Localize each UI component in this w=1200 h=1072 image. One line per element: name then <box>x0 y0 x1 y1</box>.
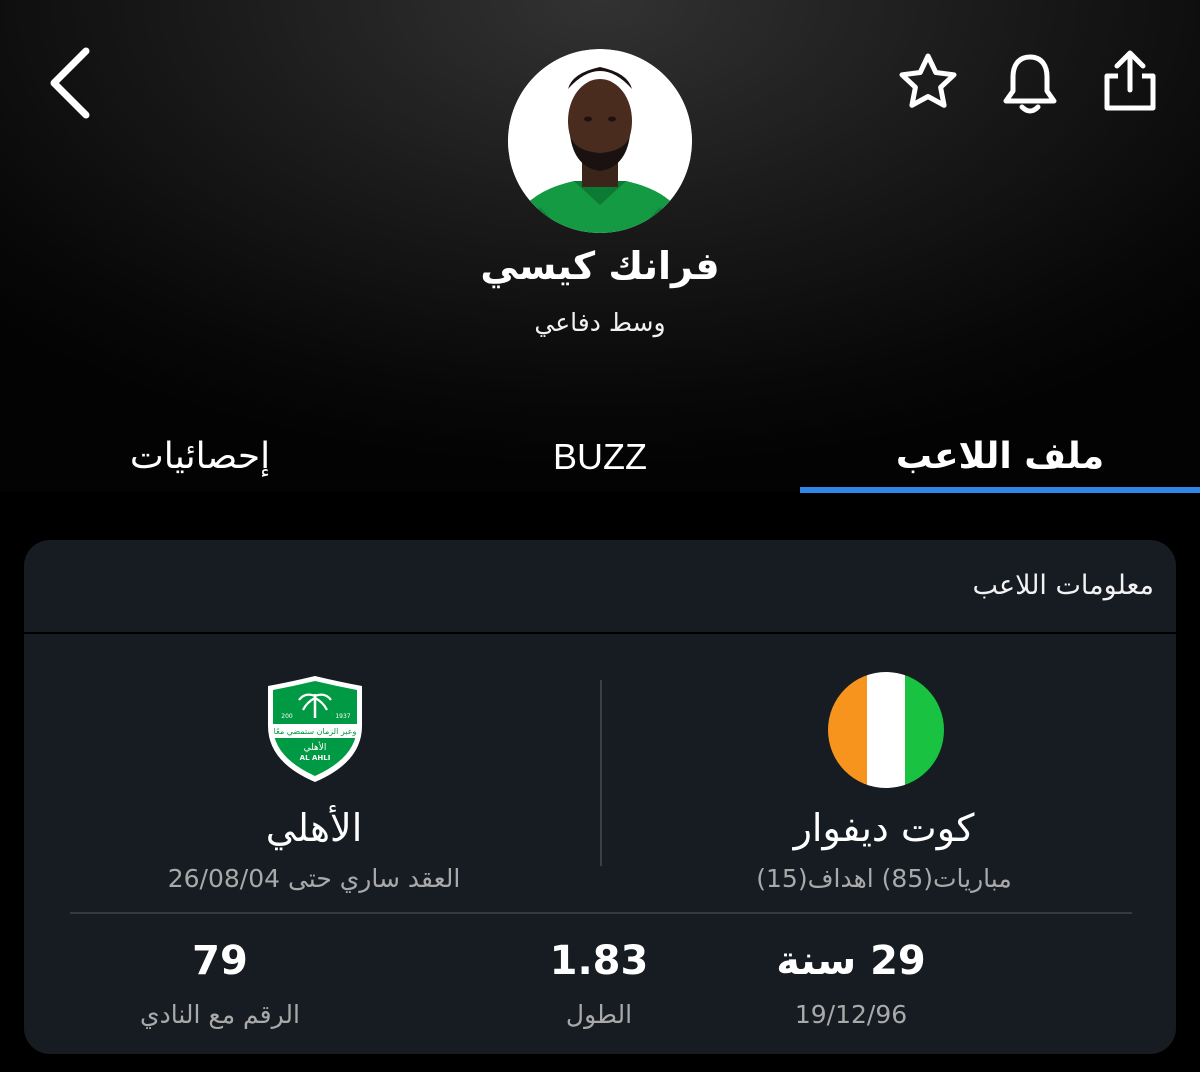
card-title-divider <box>24 632 1176 634</box>
badge-name-ar: الأهلي <box>304 741 327 753</box>
country-name[interactable]: كوت ديفوار <box>724 806 1044 850</box>
tab-statistics[interactable]: إحصائيات <box>0 420 400 494</box>
chevron-left-icon <box>50 47 90 119</box>
height-value: 1.83 <box>549 938 649 984</box>
back-button[interactable] <box>36 40 106 126</box>
star-icon <box>899 53 957 108</box>
player-position: وسط دفاعي <box>534 308 666 337</box>
badge-name-en: AL AHLI <box>300 754 331 762</box>
ivory-coast-flag-icon <box>828 672 944 788</box>
tab-player-profile[interactable]: ملف اللاعب <box>800 420 1200 494</box>
tab-buzz[interactable]: BUZZ <box>400 420 800 494</box>
bell-icon <box>1003 54 1057 114</box>
column-divider <box>600 680 602 866</box>
player-avatar <box>508 49 692 233</box>
country-stats: مباريات(85) اهداف(15) <box>756 864 1012 893</box>
notifications-button[interactable] <box>994 46 1066 122</box>
share-icon <box>1104 50 1156 111</box>
player-name: فرانك كيسي <box>480 244 720 288</box>
club-name[interactable]: الأهلي <box>174 806 454 850</box>
club-contract: العقد ساري حتى 26/08/04 <box>167 864 461 893</box>
al-ahli-club-badge-icon: 200 1937 وعبر الزمان ستمضي معًا الأهلي A… <box>268 676 362 782</box>
badge-motto: وعبر الزمان ستمضي معًا <box>274 727 357 736</box>
badge-year-left: 200 <box>281 713 293 720</box>
share-button[interactable] <box>1094 44 1166 118</box>
profile-tabs: إحصائيات BUZZ ملف اللاعب <box>0 420 1200 494</box>
favorite-button[interactable] <box>892 46 964 118</box>
badge-year-right: 1937 <box>335 713 350 720</box>
card-title: معلومات اللاعب <box>972 570 1154 601</box>
profile-header: فرانك كيسي وسط دفاعي إحصائيات BUZZ ملف ا… <box>0 0 1200 494</box>
player-profile-screen: فرانك كيسي وسط دفاعي إحصائيات BUZZ ملف ا… <box>0 0 1200 1072</box>
shirt-number-label: الرقم مع النادي <box>140 1000 300 1029</box>
stats-divider <box>70 912 1132 914</box>
player-info-card: معلومات اللاعب كوت ديفوار مباريات(85) اه… <box>24 540 1176 1054</box>
shirt-number-value: 79 <box>192 938 248 984</box>
selected-tab-indicator <box>800 487 1200 493</box>
height-label: الطول <box>565 1000 633 1029</box>
